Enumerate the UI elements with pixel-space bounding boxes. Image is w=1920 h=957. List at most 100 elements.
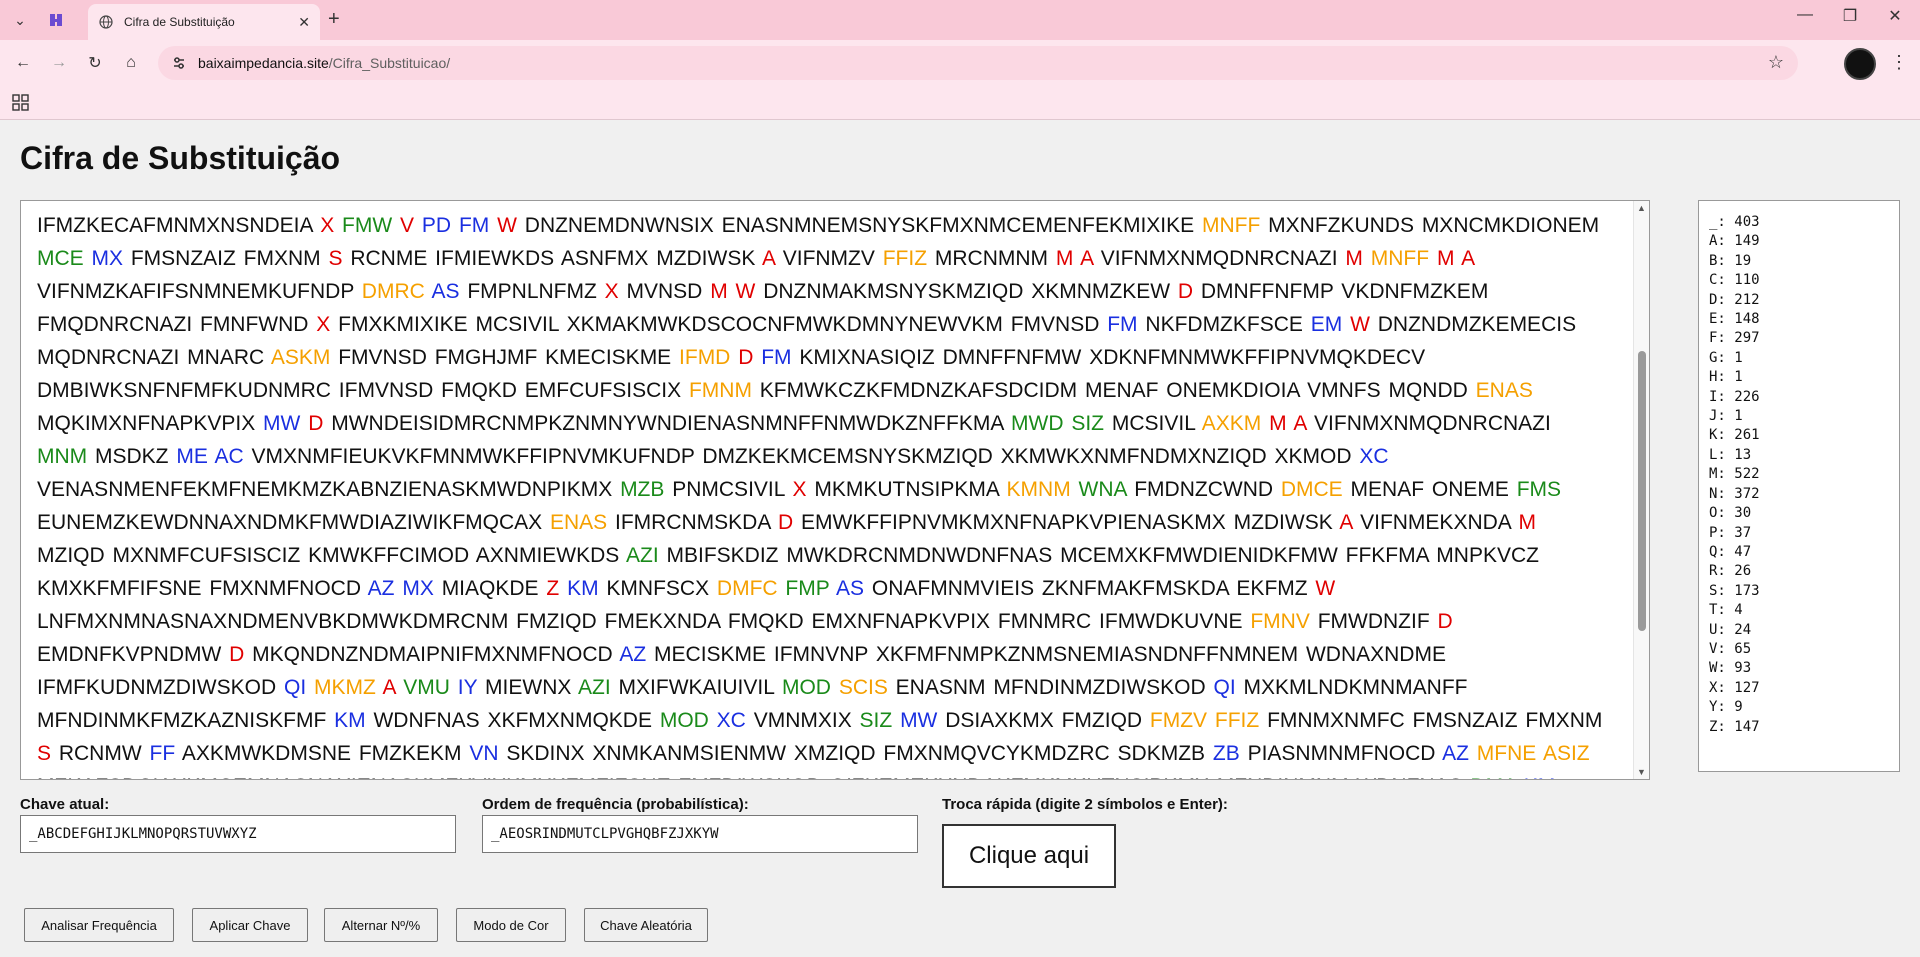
frequency-item: Y: 9 — [1709, 699, 1743, 716]
toggle-number-percent-button[interactable]: Alternar Nº/% — [324, 908, 438, 942]
cipher-highlight: S — [37, 742, 52, 765]
frequency-item: K: 261 — [1709, 427, 1760, 444]
cipher-highlight: X — [604, 280, 619, 303]
cipher-segment: FMQDNRCNAZI FMNFWND — [37, 313, 317, 336]
cipher-highlight: FMP — [785, 577, 830, 600]
cipher-segment — [728, 280, 736, 303]
frequency-item: J: 1 — [1709, 408, 1743, 425]
cipher-highlight: ME — [176, 445, 208, 468]
frequency-item: N: 372 — [1709, 485, 1760, 502]
frequency-item: X: 127 — [1709, 679, 1760, 696]
cipher-highlight: W — [497, 214, 517, 237]
cipher-segment — [1207, 709, 1215, 732]
cipher-segment: MXIFWKAIUIVIL — [610, 676, 782, 699]
address-bar[interactable]: baixaimpedancia.site/Cifra_Substituicao/… — [158, 46, 1798, 80]
cipher-segment — [1342, 313, 1350, 336]
cipher-line: DMBIWKSNFNFMFKUDNMRC IFMVNSD FMQKD EMFCU… — [37, 374, 1627, 407]
site-info-icon[interactable] — [170, 54, 188, 72]
cipher-segment: VIFNMZV — [774, 247, 883, 270]
cipher-highlight: W — [1350, 313, 1370, 336]
cipher-text: IFMZKECAFMNMXNSNDEIA X FMW V PD FM W DNZ… — [37, 209, 1627, 779]
cipher-segment: DMBIWKSNFNFMFKUDNMRC IFMVNSD FMQKD EMFCU… — [37, 379, 689, 402]
cipher-segment: PNMCSIVIL — [664, 478, 793, 501]
quick-swap-button[interactable]: Clique aqui — [942, 824, 1116, 888]
cipher-segment: ENASNM MFNDINMZDIWSKOD — [887, 676, 1214, 699]
home-icon[interactable]: ⌂ — [120, 52, 142, 74]
cipher-highlight: MKMZ — [314, 676, 376, 699]
cipher-segment: IFMFKUDNMZDIWSKOD — [37, 676, 284, 699]
minimize-icon[interactable]: — — [1785, 6, 1825, 24]
cipher-highlight: XC — [1359, 445, 1389, 468]
cipher-highlight: X — [316, 313, 331, 336]
tab-search-chevron-icon[interactable]: ⌄ — [8, 8, 32, 32]
cipher-segment: FMDNZCWND — [1126, 478, 1281, 501]
cipher-segment: ONAFMNMVIEIS ZKNFMAKFMSKDA EKFMZ — [864, 577, 1316, 600]
apply-key-button[interactable]: Aplicar Chave — [192, 908, 308, 942]
cipher-highlight: FFIZ — [882, 247, 928, 270]
cipher-highlight: A — [1461, 247, 1476, 270]
cipher-highlight: FMNV — [1250, 610, 1310, 633]
cipher-line: MNM MSDKZ ME AC VMXNMFIEUKVKFMNMWKFFIPNV… — [37, 440, 1627, 473]
cipher-line: VENASNMENFEKMFNEMKMZKABNZIENASKMWDNPIKMX… — [37, 473, 1627, 506]
cipher-highlight: KMNM — [1006, 478, 1071, 501]
cipher-line: MZKAFSDCIAXKMCEMNASNAXIENASKMFKVIXKMXKFM… — [37, 770, 1627, 779]
cipher-segment — [451, 214, 459, 237]
cipher-highlight: AC — [214, 445, 244, 468]
cipher-highlight: SCIS — [838, 676, 888, 699]
back-icon[interactable]: ← — [12, 52, 34, 74]
menu-icon[interactable]: ⋮ — [1890, 52, 1908, 73]
analyze-frequency-button[interactable]: Analisar Frequência — [24, 908, 174, 942]
cipher-segment: WDNFNAS XKFMXNMQKDE — [365, 709, 660, 732]
cipher-segment — [831, 676, 839, 699]
cipher-segment: NKFDMZKFSCE — [1137, 313, 1311, 336]
frequency-item: G: 1 — [1709, 349, 1743, 366]
cipher-segment: VMNMXIX — [745, 709, 860, 732]
frequency-item: O: 30 — [1709, 505, 1752, 522]
cipher-segment: MSDKZ — [87, 445, 177, 468]
cipher-highlight: VMU — [403, 676, 450, 699]
cipher-segment: FMWDNZIF — [1309, 610, 1438, 633]
cipher-text-area[interactable]: IFMZKECAFMNMXNSNDEIA X FMW V PD FM W DNZ… — [20, 200, 1650, 780]
globe-icon — [98, 14, 114, 30]
scrollbar-thumb[interactable] — [1638, 351, 1646, 631]
cipher-line: IFMZKECAFMNMXNSNDEIA X FMW V PD FM W DNZ… — [37, 209, 1627, 242]
apps-grid-icon[interactable] — [12, 94, 30, 112]
close-window-icon[interactable]: ✕ — [1875, 6, 1915, 26]
new-tab-icon[interactable]: + — [328, 8, 340, 31]
cipher-highlight: FM — [761, 346, 792, 369]
random-key-button[interactable]: Chave Aleatória — [584, 908, 708, 942]
cipher-segment: KFMWKCZKFMDNZKAFSDCIDM MENAF ONEMKDIOIA … — [751, 379, 1476, 402]
scroll-up-icon[interactable]: ▲ — [1637, 203, 1646, 213]
vertical-scrollbar[interactable]: ▲ ▼ — [1633, 201, 1649, 779]
reload-icon[interactable]: ↻ — [84, 52, 106, 74]
frequency-order-input[interactable]: _AEOSRINDMUTCLPVGHQBFZJXKYW — [482, 815, 918, 853]
page-title: Cifra de Substituição — [20, 140, 341, 176]
cipher-segment — [559, 577, 567, 600]
restore-icon[interactable]: ❐ — [1830, 6, 1870, 26]
frequency-item: W: 93 — [1709, 660, 1752, 677]
cipher-segment — [1536, 742, 1543, 765]
frequency-item: H: 1 — [1709, 369, 1743, 386]
cipher-highlight: IY — [457, 676, 478, 699]
current-key-input[interactable]: _ABCDEFGHIJKLMNOPQRSTUVWXYZ — [20, 815, 456, 853]
extension-icon[interactable] — [44, 8, 68, 32]
cipher-highlight: DMFC — [716, 577, 778, 600]
cipher-line: LNFMXNMNASNAXNDMENVBKDMWKDMRCNM FMZIQD F… — [37, 605, 1627, 638]
color-mode-button[interactable]: Modo de Cor — [456, 908, 566, 942]
scroll-down-icon[interactable]: ▼ — [1637, 767, 1646, 777]
cipher-highlight: W — [735, 280, 756, 303]
cipher-highlight: AZI — [578, 676, 611, 699]
cipher-segment: KMIXNASIQIZ DMNFFNFMW XDKNFMNMWKFFIPNVMQ… — [791, 346, 1426, 369]
forward-icon[interactable]: → — [48, 52, 70, 74]
cipher-highlight: KM — [1524, 775, 1556, 779]
cipher-highlight: AS — [431, 280, 460, 303]
cipher-highlight: SIZ — [859, 709, 893, 732]
tab-active[interactable]: Cifra de Substituição ✕ — [88, 4, 320, 40]
cipher-highlight: S — [328, 247, 343, 270]
profile-avatar[interactable] — [1844, 48, 1876, 80]
cipher-segment: MXKMLNDKMNMANFF — [1235, 676, 1468, 699]
close-tab-icon[interactable]: ✕ — [298, 14, 310, 31]
cipher-highlight: MCE — [37, 247, 84, 270]
cipher-segment: PIASNMNMFNOCD — [1239, 742, 1443, 765]
bookmark-star-icon[interactable]: ☆ — [1768, 52, 1784, 73]
